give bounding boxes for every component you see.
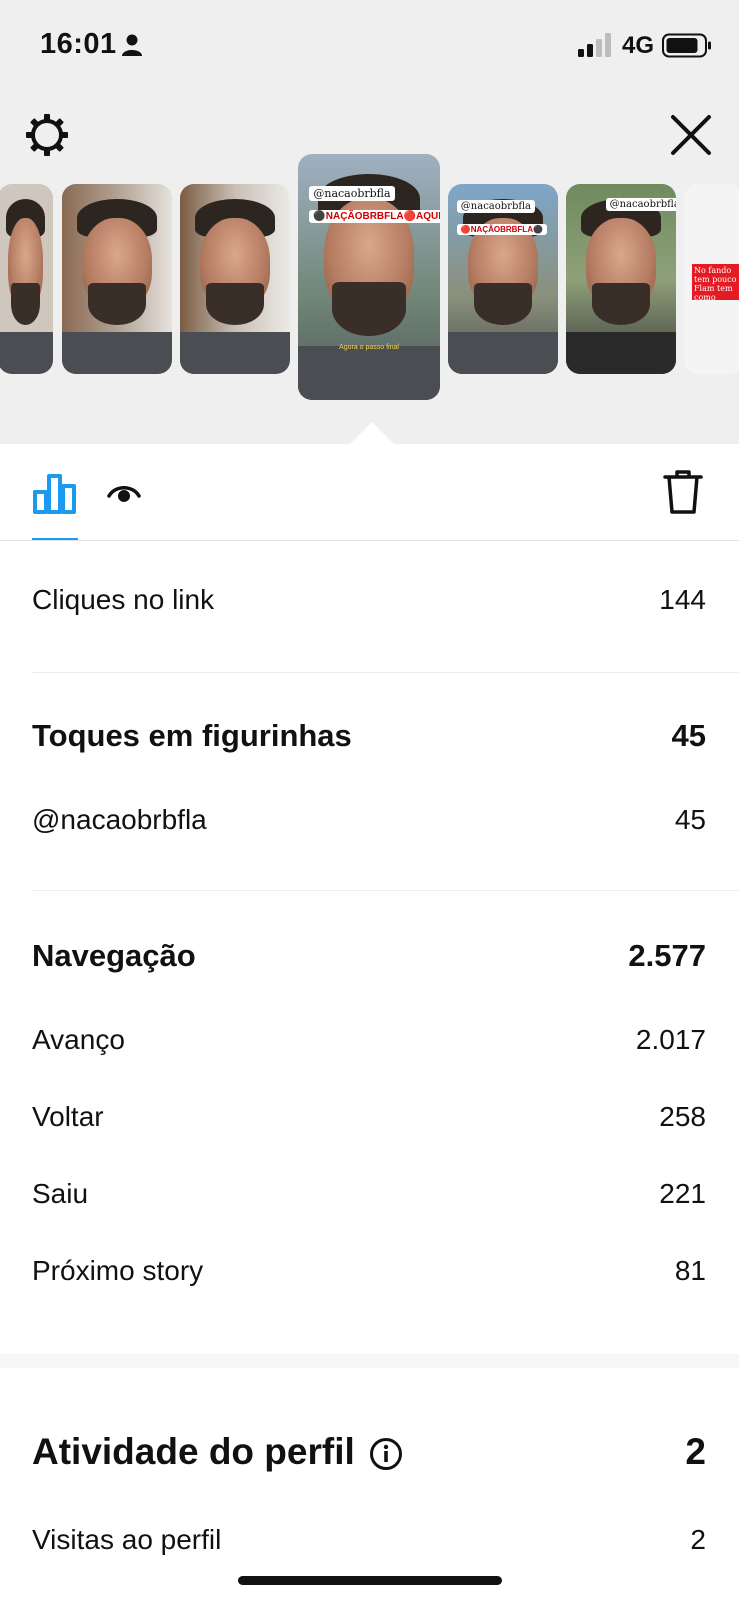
story-header: @nacaobrbfla ⚫NAÇÃOBRBFLA🔴AQUI! Agora o … [0, 92, 739, 444]
story-sticker: No fando tem pouco Flam tem como [692, 264, 739, 300]
metric-label: Visitas ao perfil [32, 1524, 222, 1555]
story-sticker: @nacaobrbfla [605, 198, 676, 211]
metric-value: 45 [671, 718, 706, 753]
metric-row-link-clicks: Cliques no link 144 [32, 580, 706, 620]
insights-tabs [0, 444, 739, 541]
metric-value: 221 [659, 1178, 706, 1209]
trash-icon[interactable] [662, 468, 704, 516]
home-indicator [238, 1576, 502, 1585]
info-icon[interactable] [369, 1437, 403, 1471]
metric-row-profile-visits: Visitas ao perfil 2 [32, 1520, 706, 1560]
metric-label: Avanço [32, 1024, 125, 1055]
network-type: 4G [622, 32, 655, 59]
bar-chart-icon [33, 474, 76, 514]
metric-value: 2 [685, 1431, 706, 1472]
metric-row-sticker-taps: Toques em figurinhas 45 [32, 714, 706, 758]
metric-row-next-story: Próximo story 81 [32, 1251, 706, 1291]
metric-value: 81 [674, 1255, 706, 1286]
metric-row-forward: Avanço 2.017 [32, 1020, 706, 1060]
story-thumbnail[interactable] [62, 184, 172, 374]
active-tab-indicator [32, 538, 78, 540]
metric-row-navigation: Navegação 2.577 [32, 934, 706, 978]
status-bar: 16:01 4G [0, 0, 739, 92]
story-thumbnail[interactable] [0, 184, 53, 374]
story-sticker: @nacaobrbfla [309, 186, 395, 201]
metric-row-exited: Saiu 221 [32, 1174, 706, 1214]
metric-label: Saiu [32, 1178, 89, 1209]
metric-row-profile-activity: Atividade do perfil 2 [32, 1424, 706, 1480]
close-icon[interactable] [668, 112, 714, 158]
settings-icon[interactable] [24, 112, 70, 158]
story-thumbnail[interactable]: No fando tem pouco Flam tem como [684, 184, 739, 374]
story-sticker: @nacaobrbfla [456, 200, 535, 213]
metric-label: Cliques no link [32, 584, 215, 615]
metric-value: 2.577 [628, 938, 706, 973]
divider [32, 672, 739, 673]
divider [32, 890, 739, 891]
story-thumbnail[interactable]: @nacaobrbfla 🔴NAÇÃOBRBFLA⚫ [448, 184, 558, 374]
story-sticker: 🔴NAÇÃOBRBFLA⚫ [456, 224, 547, 235]
status-time: 16:01 [40, 28, 117, 60]
metric-value: 144 [659, 584, 706, 615]
story-thumbnail[interactable]: @nacaobrbfla [566, 184, 676, 374]
tab-insights[interactable] [32, 470, 78, 540]
story-sticker: ⚫NAÇÃOBRBFLA🔴AQUI! [309, 210, 440, 223]
story-caption: Agora o passo final [339, 343, 399, 351]
story-thumbnail[interactable] [180, 184, 290, 374]
metric-label: Próximo story [32, 1255, 204, 1286]
metric-label: Voltar [32, 1101, 104, 1132]
selected-story-pointer [350, 422, 394, 444]
metric-row-back: Voltar 258 [32, 1097, 706, 1137]
metric-label: Toques em figurinhas [32, 718, 352, 753]
metric-value: 258 [659, 1101, 706, 1132]
metric-value: 2.017 [635, 1024, 706, 1055]
story-thumbnail-selected[interactable]: @nacaobrbfla ⚫NAÇÃOBRBFLA🔴AQUI! Agora o … [298, 154, 440, 400]
eye-icon[interactable] [106, 476, 142, 512]
battery-icon [662, 33, 711, 58]
metric-value: 2 [690, 1524, 706, 1555]
signal-icon [578, 33, 611, 57]
person-icon [122, 34, 142, 56]
metric-label: @nacaobrbfla [32, 804, 207, 835]
section-separator [0, 1354, 739, 1368]
metric-label: Navegação [32, 938, 196, 973]
metric-row-sticker: @nacaobrbfla 45 [32, 800, 706, 840]
metric-label: Atividade do perfil [32, 1431, 355, 1472]
metric-value: 45 [674, 804, 706, 835]
